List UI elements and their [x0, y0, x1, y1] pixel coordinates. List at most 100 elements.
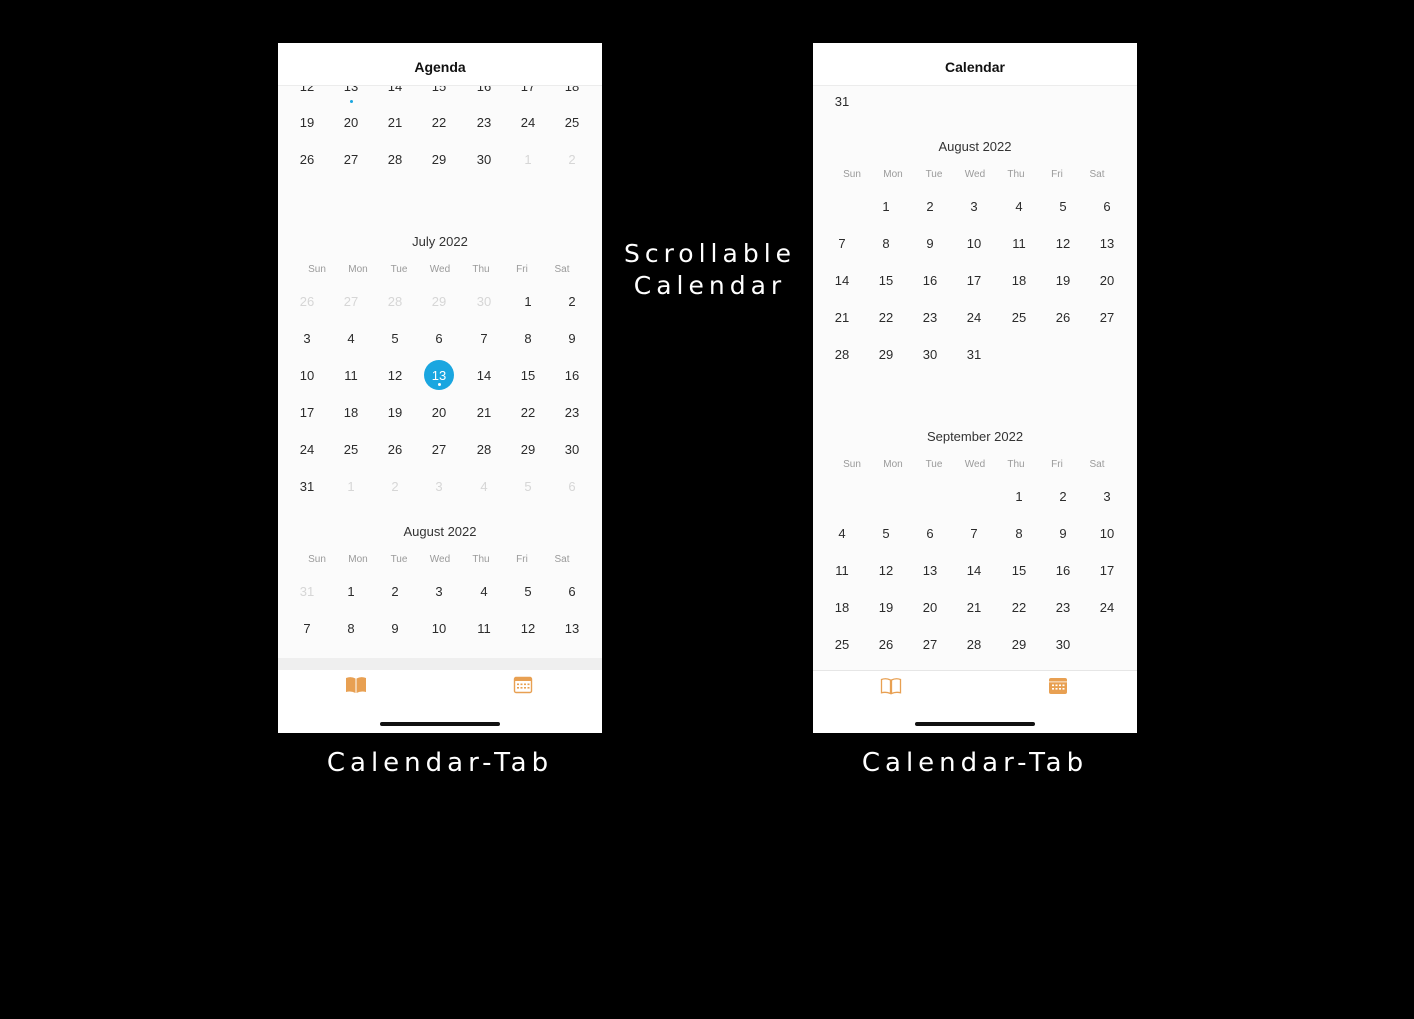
day-cell[interactable]: 12 — [1048, 228, 1078, 258]
day-cell-selected[interactable]: 13 — [424, 360, 454, 390]
day-cell[interactable]: 14 — [469, 360, 499, 390]
day-cell[interactable]: 29 — [424, 144, 454, 174]
day-cell[interactable]: 30 — [469, 286, 499, 316]
day-cell[interactable]: 27 — [915, 629, 945, 659]
day-cell[interactable]: 4 — [1004, 191, 1034, 221]
day-cell[interactable]: 26 — [1048, 302, 1078, 332]
day-cell[interactable]: 29 — [513, 434, 543, 464]
tab-agenda[interactable] — [341, 674, 371, 700]
day-cell[interactable]: 2 — [380, 471, 410, 501]
day-cell[interactable]: 18 — [336, 397, 366, 427]
day-cell[interactable]: 3 — [959, 191, 989, 221]
day-cell[interactable]: 1 — [336, 576, 366, 606]
day-cell[interactable]: 31 — [292, 576, 322, 606]
day-cell[interactable]: 26 — [292, 144, 322, 174]
day-cell[interactable]: 28 — [380, 144, 410, 174]
day-cell[interactable]: 29 — [871, 339, 901, 369]
day-cell[interactable]: 10 — [959, 228, 989, 258]
day-cell[interactable]: 14 — [827, 265, 857, 295]
day-cell[interactable]: 29 — [1004, 629, 1034, 659]
agenda-calendar-scroll[interactable]: 12 13 14 15 16 17 18 19 20 21 22 23 24 25 26 27 28 29 30 1 2… — [278, 43, 602, 670]
day-cell[interactable]: 26 — [380, 434, 410, 464]
day-cell[interactable]: 7 — [827, 228, 857, 258]
day-cell[interactable]: 28 — [380, 286, 410, 316]
day-cell[interactable]: 9 — [380, 613, 410, 643]
day-cell[interactable]: 18 — [827, 592, 857, 622]
day-cell[interactable]: 26 — [871, 629, 901, 659]
day-cell[interactable]: 19 — [380, 397, 410, 427]
day-cell[interactable]: 8 — [871, 228, 901, 258]
day-cell[interactable]: 2 — [380, 576, 410, 606]
day-cell[interactable]: 31 — [827, 86, 857, 116]
day-cell[interactable]: 7 — [292, 613, 322, 643]
day-cell[interactable]: 11 — [827, 555, 857, 585]
day-cell[interactable]: 19 — [1048, 265, 1078, 295]
day-cell[interactable]: 5 — [513, 576, 543, 606]
day-cell[interactable]: 31 — [959, 339, 989, 369]
day-cell[interactable]: 10 — [292, 360, 322, 390]
day-cell[interactable]: 21 — [469, 397, 499, 427]
day-cell[interactable]: 9 — [1048, 518, 1078, 548]
day-cell[interactable]: 19 — [292, 107, 322, 137]
day-cell[interactable]: 21 — [827, 302, 857, 332]
day-cell[interactable]: 1 — [1004, 481, 1034, 511]
tab-agenda[interactable] — [876, 675, 906, 701]
day-cell[interactable]: 3 — [424, 576, 454, 606]
day-cell[interactable]: 8 — [336, 613, 366, 643]
day-cell[interactable]: 13 — [915, 555, 945, 585]
day-cell[interactable]: 21 — [959, 592, 989, 622]
day-cell[interactable]: 4 — [827, 518, 857, 548]
day-cell[interactable]: 3 — [1092, 481, 1122, 511]
day-cell[interactable]: 24 — [959, 302, 989, 332]
day-cell[interactable]: 30 — [557, 434, 587, 464]
day-cell[interactable]: 30 — [1048, 629, 1078, 659]
day-cell[interactable]: 10 — [1092, 518, 1122, 548]
day-cell[interactable]: 5 — [871, 518, 901, 548]
day-cell[interactable]: 9 — [915, 228, 945, 258]
day-cell[interactable]: 22 — [424, 107, 454, 137]
day-cell[interactable]: 5 — [513, 471, 543, 501]
day-cell[interactable]: 18 — [1004, 265, 1034, 295]
day-cell[interactable]: 13 — [557, 613, 587, 643]
day-cell[interactable]: 1 — [513, 144, 543, 174]
day-cell[interactable]: 4 — [336, 323, 366, 353]
day-cell[interactable]: 20 — [915, 592, 945, 622]
day-cell[interactable]: 20 — [336, 107, 366, 137]
day-cell[interactable]: 6 — [915, 518, 945, 548]
day-cell[interactable]: 20 — [1092, 265, 1122, 295]
day-cell[interactable]: 5 — [1048, 191, 1078, 221]
day-cell[interactable]: 7 — [469, 323, 499, 353]
day-cell[interactable]: 22 — [513, 397, 543, 427]
day-cell[interactable]: 22 — [871, 302, 901, 332]
day-cell[interactable]: 14 — [959, 555, 989, 585]
day-cell[interactable]: 1 — [513, 286, 543, 316]
day-cell[interactable]: 12 — [871, 555, 901, 585]
day-cell[interactable]: 11 — [336, 360, 366, 390]
day-cell[interactable]: 10 — [424, 613, 454, 643]
day-cell[interactable]: 7 — [959, 518, 989, 548]
day-cell[interactable]: 3 — [292, 323, 322, 353]
day-cell[interactable]: 8 — [1004, 518, 1034, 548]
day-cell[interactable]: 16 — [1048, 555, 1078, 585]
day-cell[interactable]: 16 — [915, 265, 945, 295]
day-cell[interactable]: 28 — [959, 629, 989, 659]
tab-calendar[interactable] — [508, 674, 538, 700]
day-cell[interactable]: 17 — [292, 397, 322, 427]
day-cell[interactable]: 25 — [336, 434, 366, 464]
day-cell[interactable]: 24 — [513, 107, 543, 137]
day-cell[interactable]: 25 — [557, 107, 587, 137]
day-cell[interactable]: 19 — [871, 592, 901, 622]
day-cell[interactable]: 12 — [513, 613, 543, 643]
day-cell[interactable]: 28 — [827, 339, 857, 369]
day-cell[interactable]: 6 — [1092, 191, 1122, 221]
tab-calendar[interactable] — [1043, 675, 1073, 701]
day-cell[interactable]: 11 — [469, 613, 499, 643]
day-cell[interactable]: 6 — [557, 471, 587, 501]
day-cell[interactable]: 25 — [827, 629, 857, 659]
day-cell[interactable]: 8 — [513, 323, 543, 353]
day-cell[interactable]: 17 — [959, 265, 989, 295]
day-cell[interactable]: 2 — [1048, 481, 1078, 511]
day-cell[interactable]: 17 — [1092, 555, 1122, 585]
day-cell[interactable]: 24 — [292, 434, 322, 464]
day-cell[interactable]: 16 — [557, 360, 587, 390]
